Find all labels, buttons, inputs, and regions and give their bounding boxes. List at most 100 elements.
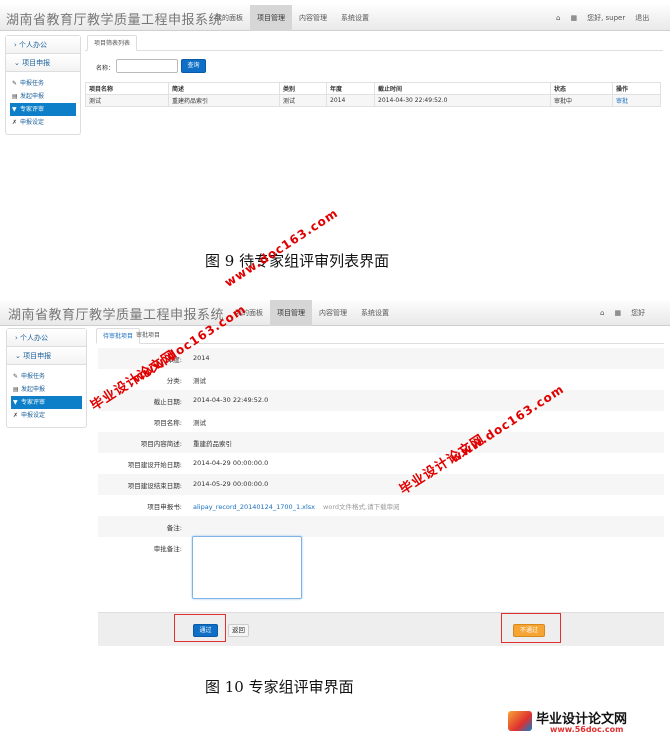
tab-pending-review[interactable]: 待审批项目 [96, 328, 141, 344]
search-label: 名称： [96, 65, 115, 72]
nav-dashboard[interactable]: 我的面板 [208, 5, 250, 31]
form-value: 2014-04-29 00:00:00.0 [193, 459, 269, 467]
sidebar-item-label: 专家评审 [21, 399, 46, 406]
logout-link[interactable]: 退出 [635, 13, 649, 23]
form-row-category: 分类: 测试 [98, 369, 664, 390]
tab-project-list[interactable]: 项目筛表列表 [87, 35, 138, 51]
sidebar-group-project[interactable]: ⌄ 项目申报 [6, 54, 80, 72]
table-cell: 重建药品索引 [168, 94, 280, 107]
form-value-wrap: alipay_record_20140124_1700_1.xlsx word文件… [193, 501, 400, 511]
review-notes-textarea[interactable] [192, 536, 302, 599]
sidebar-group-label: 项目申报 [22, 59, 51, 67]
sidebar-list: ✎ 申报任务 ▤ 发起申报 ▼ 专家评审 ✗ 申报设定 [6, 72, 80, 134]
table-row: 测试 重建药品索引 测试 2014 2014-04-30 22:49:52.0 … [85, 94, 661, 107]
file-hint: word文件格式,请下载审阅 [323, 503, 400, 511]
home-icon[interactable]: ⌂ [556, 14, 560, 22]
reject-button[interactable]: 不通过 [513, 624, 545, 637]
chevron-right-icon: › [14, 41, 17, 49]
form-label: 分类: [166, 377, 182, 385]
filter-icon: ▼ [13, 399, 18, 406]
pass-button[interactable]: 通过 [193, 624, 218, 637]
search-button[interactable]: 查询 [181, 59, 206, 73]
form-label: 项目名称: [153, 419, 182, 427]
sidebar-item-label: 发起申报 [20, 93, 45, 100]
form-row-deadline: 截止日期: 2014-04-30 22:49:52.0 [98, 390, 664, 411]
sidebar-item-tasks[interactable]: ✎ 申报任务 [11, 370, 82, 383]
sidebar-item-label: 专家评审 [20, 106, 45, 113]
sidebar-item-tasks[interactable]: ✎ 申报任务 [10, 77, 76, 90]
approve-link[interactable]: 审批 [612, 94, 661, 107]
nav-system-settings[interactable]: 系统设置 [334, 5, 376, 31]
tab-overlap-text: 审批项目 [136, 332, 161, 339]
sidebar-group-project[interactable]: ⌄ 项目申报 [7, 347, 86, 365]
sidebar-item-label: 申报设定 [21, 412, 46, 419]
table-cell: 2014 [326, 94, 375, 107]
table-cell: 测试 [279, 94, 327, 107]
form-value: 2014 [193, 354, 210, 362]
column-header: 截止时间 [374, 82, 551, 95]
home-icon[interactable]: ⌂ [600, 309, 604, 317]
document-icon: ▤ [12, 93, 18, 100]
sidebar-item-label: 申报设定 [20, 119, 45, 126]
grid-icon[interactable]: ▦ [614, 309, 621, 317]
table-cell: 测试 [85, 94, 169, 107]
form-value: 2014-04-30 22:49:52.0 [193, 396, 269, 404]
sidebar-item-submit[interactable]: ▤ 发起申报 [11, 383, 82, 396]
sidebar-group-label: 项目申报 [23, 352, 52, 360]
sidebar-group-label: 个人办公 [19, 41, 48, 49]
form-label: 项目建设开始日期: [127, 461, 182, 469]
form-label: 项目申报书: [147, 503, 182, 511]
nav-project-management[interactable]: 项目管理 [270, 300, 312, 326]
sidebar-item-expert-review[interactable]: ▼ 专家评审 [10, 103, 76, 116]
wrench-icon: ✗ [13, 412, 19, 419]
grid-icon[interactable]: ▦ [570, 14, 577, 22]
column-header: 简述 [168, 82, 280, 95]
search-input[interactable] [116, 59, 178, 73]
chevron-down-icon: ⌄ [15, 352, 21, 360]
form-label: 截止日期: [153, 398, 182, 406]
table-cell: 2014-04-30 22:49:52.0 [374, 94, 551, 107]
sidebar-item-settings[interactable]: ✗ 申报设定 [10, 116, 76, 129]
user-area: ⌂ ▦ 您好, super 退出 [556, 5, 649, 31]
form-label: 审批备注: [153, 545, 182, 553]
form-value: 2014-05-29 00:00:00.0 [193, 480, 269, 488]
form-row-remarks: 备注: [98, 516, 664, 537]
pencil-icon: ✎ [13, 373, 19, 380]
back-button[interactable]: 返回 [228, 624, 249, 637]
app-title: 湖南省教育厅教学质量工程申报系统 [8, 308, 225, 323]
sidebar-item-submit[interactable]: ▤ 发起申报 [10, 90, 76, 103]
figure-caption-10: 图 10 专家组评审界面 [205, 678, 354, 696]
app-title: 湖南省教育厅教学质量工程申报系统 [6, 13, 223, 28]
column-header: 年度 [326, 82, 375, 95]
form-value: 测试 [193, 419, 206, 427]
form-row-end-date: 项目建设结束日期: 2014-05-29 00:00:00.0 [98, 474, 664, 495]
sidebar-item-label: 申报任务 [20, 80, 45, 87]
main-nav: 我的面板 项目管理 内容管理 系统设置 [228, 300, 396, 326]
sidebar-group-personal[interactable]: › 个人办公 [6, 36, 80, 54]
form-label: 项目建设结束日期: [127, 482, 182, 490]
document-icon: ▤ [13, 386, 19, 393]
application-file-link[interactable]: alipay_record_20140124_1700_1.xlsx [193, 503, 315, 511]
nav-content-management[interactable]: 内容管理 [292, 5, 334, 31]
sidebar-item-settings[interactable]: ✗ 申报设定 [11, 409, 82, 422]
sidebar: › 个人办公 ⌄ 项目申报 ✎ 申报任务 ▤ 发起申报 ▼ 专家评审 ✗ 申报设定 [5, 35, 81, 135]
user-greeting[interactable]: 您好 [631, 308, 645, 318]
sidebar-item-label: 发起申报 [21, 386, 46, 393]
nav-system-settings[interactable]: 系统设置 [354, 300, 396, 326]
form-label: 项目内容简述: [140, 440, 182, 448]
screenshot-project-list: 湖南省教育厅教学质量工程申报系统 我的面板 项目管理 内容管理 系统设置 ⌂ ▦… [0, 5, 670, 195]
chevron-right-icon: › [15, 334, 18, 342]
nav-content-management[interactable]: 内容管理 [312, 300, 354, 326]
wrench-icon: ✗ [12, 119, 18, 126]
form-row-start-date: 项目建设开始日期: 2014-04-29 00:00:00.0 [98, 453, 664, 474]
top-navbar: 湖南省教育厅教学质量工程申报系统 我的面板 项目管理 内容管理 系统设置 ⌂ ▦… [0, 5, 670, 31]
sidebar-group-personal[interactable]: › 个人办公 [7, 329, 86, 347]
form-label: 备注: [166, 524, 182, 532]
sidebar: › 个人办公 ⌄ 项目申报 ✎ 申报任务 ▤ 发起申报 ▼ 专家评审 ✗ 申报设定 [6, 328, 87, 428]
main-nav: 我的面板 项目管理 内容管理 系统设置 [208, 5, 376, 31]
logo-icon [508, 711, 532, 731]
user-area: ⌂ ▦ 您好 [600, 300, 645, 326]
nav-project-management[interactable]: 项目管理 [250, 5, 292, 31]
user-greeting[interactable]: 您好, super [587, 13, 625, 23]
sidebar-item-expert-review[interactable]: ▼ 专家评审 [11, 396, 82, 409]
